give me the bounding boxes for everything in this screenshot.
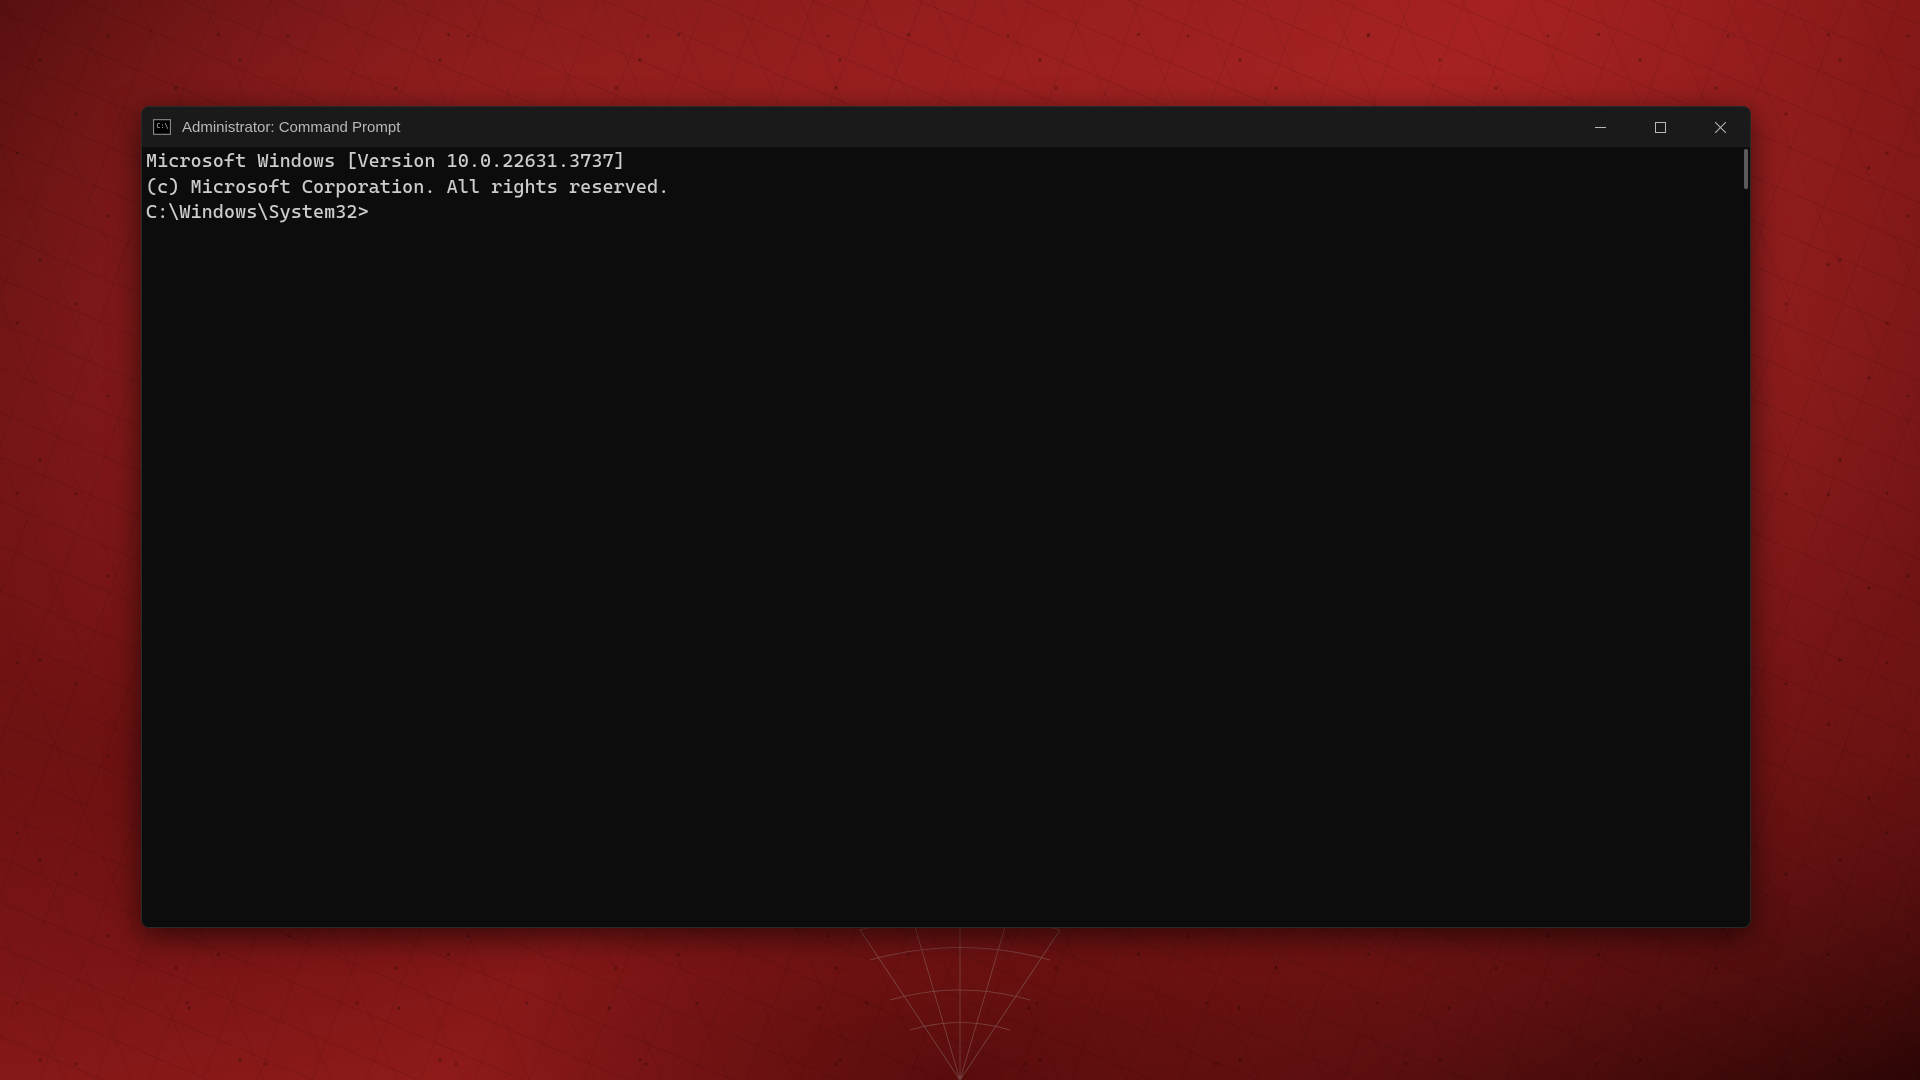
terminal-line: Microsoft Windows [Version 10.0.22631.37… — [146, 149, 1746, 175]
scrollbar[interactable] — [1738, 149, 1748, 925]
titlebar[interactable]: C:\ Administrator: Command Prompt — [142, 107, 1750, 147]
cmd-icon: C:\ — [152, 117, 172, 137]
terminal-prompt: C:\Windows\System32> — [146, 200, 1746, 226]
close-button[interactable] — [1690, 107, 1750, 147]
window-title: Administrator: Command Prompt — [182, 119, 1570, 136]
terminal-output[interactable]: Microsoft Windows [Version 10.0.22631.37… — [142, 147, 1750, 927]
minimize-button[interactable] — [1570, 107, 1630, 147]
scrollbar-thumb[interactable] — [1744, 149, 1748, 189]
svg-text:C:\: C:\ — [156, 122, 168, 130]
terminal-line: (c) Microsoft Corporation. All rights re… — [146, 175, 1746, 201]
command-prompt-window: C:\ Administrator: Command Prompt Micros… — [141, 106, 1751, 928]
window-controls — [1570, 107, 1750, 147]
maximize-button[interactable] — [1630, 107, 1690, 147]
